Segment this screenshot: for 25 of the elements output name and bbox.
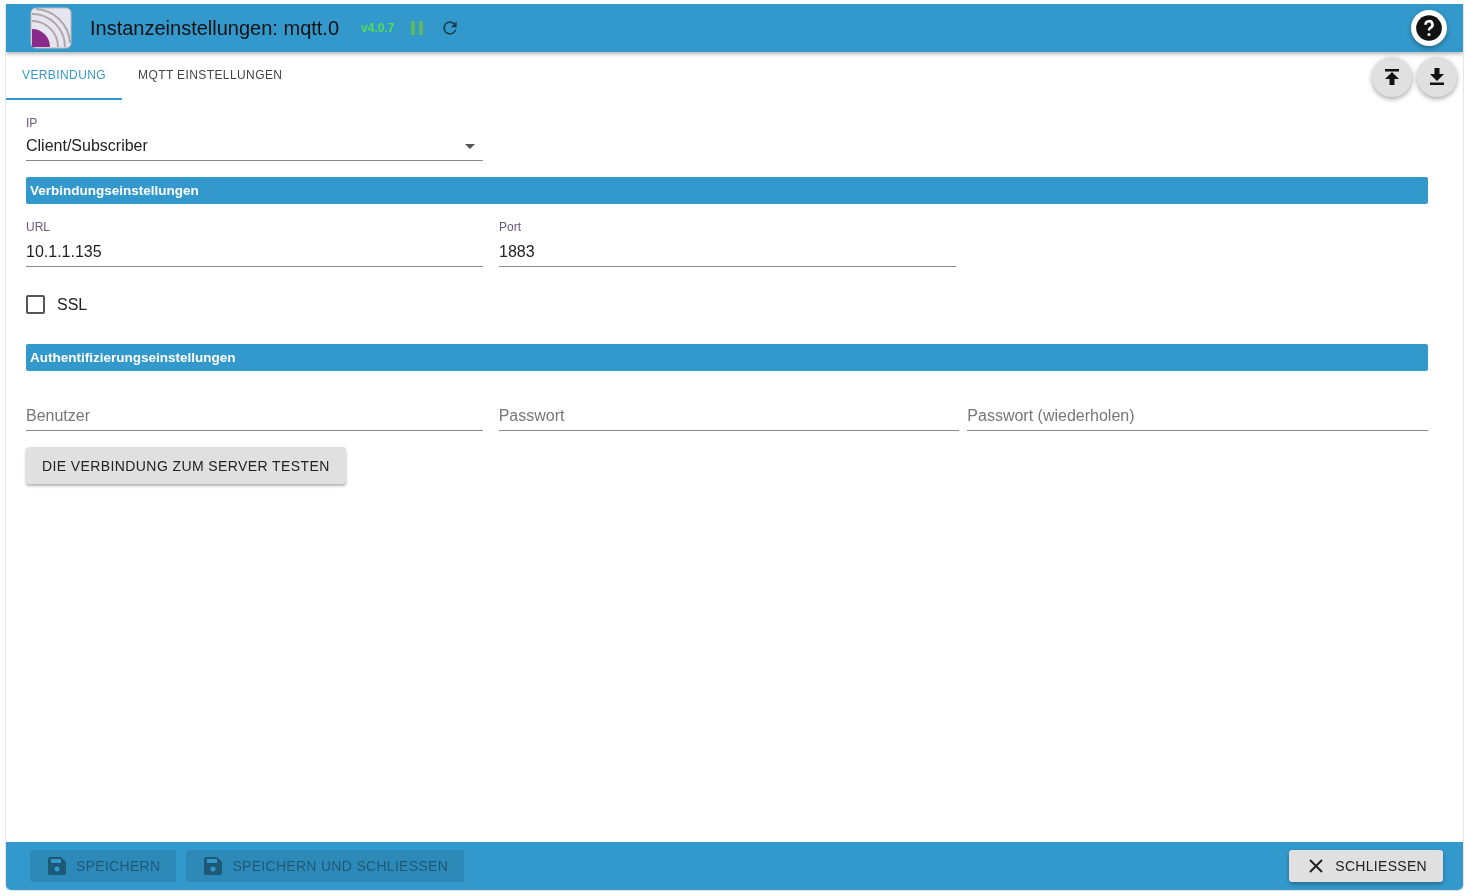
password-field[interactable]: Passwort: [498, 407, 960, 431]
password-field[interactable]: Passwort (wiederholen): [967, 407, 1428, 431]
field-label: URL: [26, 220, 51, 235]
ssl-checkbox[interactable]: [26, 295, 45, 314]
section-header: Verbindungseinstellungen: [26, 177, 1428, 204]
tab[interactable]: MQTT EINSTELLUNGEN: [122, 52, 299, 100]
download-icon: [1429, 68, 1445, 86]
download-button[interactable]: [1417, 57, 1457, 97]
window-title: Instanzeinstellungen: mqtt.0: [90, 16, 340, 40]
help-button[interactable]: [1411, 10, 1447, 46]
text-field[interactable]: 10.1.1.135: [26, 243, 483, 267]
checkbox-label: SSL: [57, 295, 88, 314]
app-logo: [30, 7, 72, 49]
ip-select[interactable]: IP Client/Subscriber: [26, 116, 483, 161]
version-label: v4.0.7: [361, 21, 395, 35]
text-field[interactable]: Benutzer: [26, 407, 483, 431]
field-label: Port: [499, 220, 522, 235]
upload-icon: [1384, 68, 1400, 86]
close-button[interactable]: SCHLIESSEN: [1289, 850, 1443, 882]
section-header: Authentifizierungseinstellungen: [26, 344, 1428, 371]
upload-button[interactable]: [1372, 57, 1412, 97]
test-connection-button[interactable]: DIE VERBINDUNG ZUM SERVER TESTEN: [26, 447, 346, 484]
dropdown-caret-icon: [465, 143, 475, 149]
text-field[interactable]: 1883: [499, 243, 956, 267]
close-icon: [1309, 859, 1324, 873]
